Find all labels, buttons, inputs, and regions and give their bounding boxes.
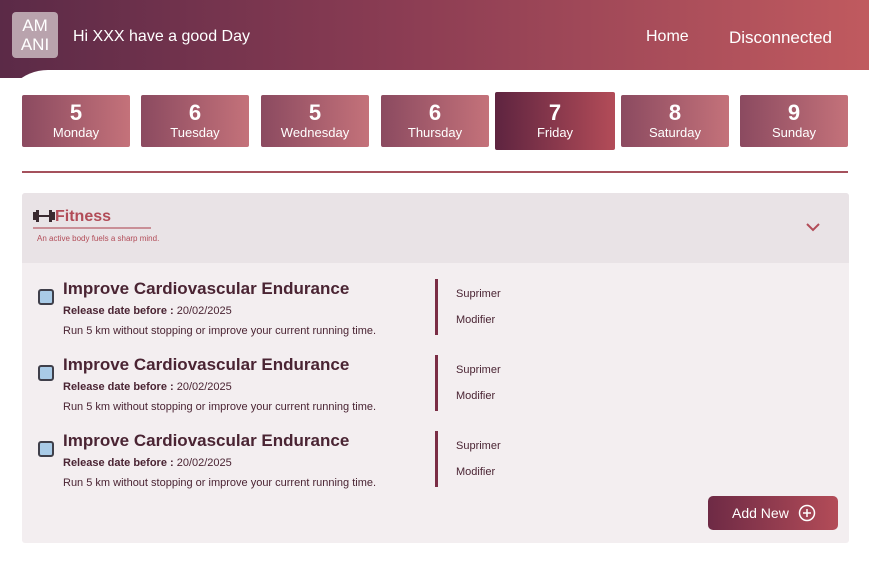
task-title: Improve Cardiovascular Endurance bbox=[63, 355, 350, 374]
day-number: 9 bbox=[787, 100, 801, 125]
day-card-sunday[interactable]: 9 Sunday bbox=[740, 95, 848, 147]
day-name: Friday bbox=[536, 125, 574, 140]
dumbbell-icon bbox=[33, 210, 55, 222]
date-label: Release date before : bbox=[63, 305, 174, 317]
day-card-friday[interactable]: 7 Friday bbox=[495, 92, 615, 150]
task-separator bbox=[435, 431, 438, 487]
task-description: Run 5 km without stopping or improve you… bbox=[63, 477, 377, 489]
task-title: Improve Cardiovascular Endurance bbox=[63, 279, 350, 298]
day-name: Saturday bbox=[648, 125, 702, 140]
task-title: Improve Cardiovascular Endurance bbox=[63, 431, 350, 450]
greeting-text: Hi XXX have a good Day bbox=[73, 28, 250, 45]
day-number: 5 bbox=[69, 100, 83, 125]
task-release-date: Release date before : 20/02/2025 bbox=[63, 381, 232, 393]
section-subtitle: An active body fuels a sharp mind. bbox=[37, 234, 160, 243]
delete-button[interactable]: Suprimer bbox=[456, 288, 501, 300]
day-card-saturday[interactable]: 8 Saturday bbox=[621, 95, 729, 147]
date-value: 20/02/2025 bbox=[173, 457, 232, 469]
section-title: Fitness bbox=[55, 208, 112, 225]
day-number: 8 bbox=[668, 100, 682, 125]
date-label: Release date before : bbox=[63, 457, 174, 469]
task-description: Run 5 km without stopping or improve you… bbox=[63, 325, 377, 337]
day-number: 6 bbox=[428, 100, 442, 125]
fitness-section: Fitness An active body fuels a sharp min… bbox=[22, 193, 849, 543]
edit-button[interactable]: Modifier bbox=[456, 314, 495, 326]
day-number: 5 bbox=[308, 100, 322, 125]
logo-line-2: ANI bbox=[20, 35, 50, 54]
day-card-wednesday[interactable]: 5 Wednesday bbox=[261, 95, 369, 147]
chevron-down-icon[interactable] bbox=[805, 221, 821, 233]
task-checkbox[interactable] bbox=[38, 365, 54, 381]
section-divider bbox=[22, 171, 848, 173]
logo-line-1: AM bbox=[22, 16, 48, 35]
delete-button[interactable]: Suprimer bbox=[456, 364, 501, 376]
date-value: 20/02/2025 bbox=[173, 305, 232, 317]
nav-home-link[interactable]: Home bbox=[646, 28, 689, 46]
task-item: Improve Cardiovascular Endurance Release… bbox=[22, 353, 849, 423]
day-card-tuesday[interactable]: 6 Tuesday bbox=[141, 95, 249, 147]
task-release-date: Release date before : 20/02/2025 bbox=[63, 305, 232, 317]
task-separator bbox=[435, 355, 438, 411]
day-name: Tuesday bbox=[170, 125, 220, 140]
add-new-button[interactable]: Add New bbox=[708, 496, 838, 530]
add-new-label: Add New bbox=[732, 505, 789, 521]
day-number: 6 bbox=[188, 100, 202, 125]
task-item: Improve Cardiovascular Endurance Release… bbox=[22, 277, 849, 347]
task-checkbox[interactable] bbox=[38, 289, 54, 305]
date-value: 20/02/2025 bbox=[173, 381, 232, 393]
date-label: Release date before : bbox=[63, 381, 174, 393]
plus-circle-icon bbox=[798, 504, 816, 522]
task-item: Improve Cardiovascular Endurance Release… bbox=[22, 429, 849, 499]
task-release-date: Release date before : 20/02/2025 bbox=[63, 457, 232, 469]
task-checkbox[interactable] bbox=[38, 441, 54, 457]
fitness-section-header[interactable]: Fitness An active body fuels a sharp min… bbox=[22, 193, 849, 263]
delete-button[interactable]: Suprimer bbox=[456, 440, 501, 452]
day-name: Thursday bbox=[407, 125, 463, 140]
day-name: Wednesday bbox=[280, 125, 350, 140]
edit-button[interactable]: Modifier bbox=[456, 390, 495, 402]
day-name: Monday bbox=[52, 125, 100, 140]
title-underline bbox=[33, 227, 151, 229]
day-number: 7 bbox=[548, 100, 562, 125]
task-description: Run 5 km without stopping or improve you… bbox=[63, 401, 377, 413]
day-name: Sunday bbox=[771, 125, 817, 140]
nav-disconnect-link[interactable]: Disconnected bbox=[729, 28, 832, 48]
app-header: AM ANI Hi XXX have a good Day Home Disco… bbox=[0, 0, 869, 78]
edit-button[interactable]: Modifier bbox=[456, 466, 495, 478]
day-card-monday[interactable]: 5 Monday bbox=[22, 95, 130, 147]
day-card-thursday[interactable]: 6 Thursday bbox=[381, 95, 489, 147]
task-separator bbox=[435, 279, 438, 335]
app-logo[interactable]: AM ANI bbox=[12, 12, 58, 58]
